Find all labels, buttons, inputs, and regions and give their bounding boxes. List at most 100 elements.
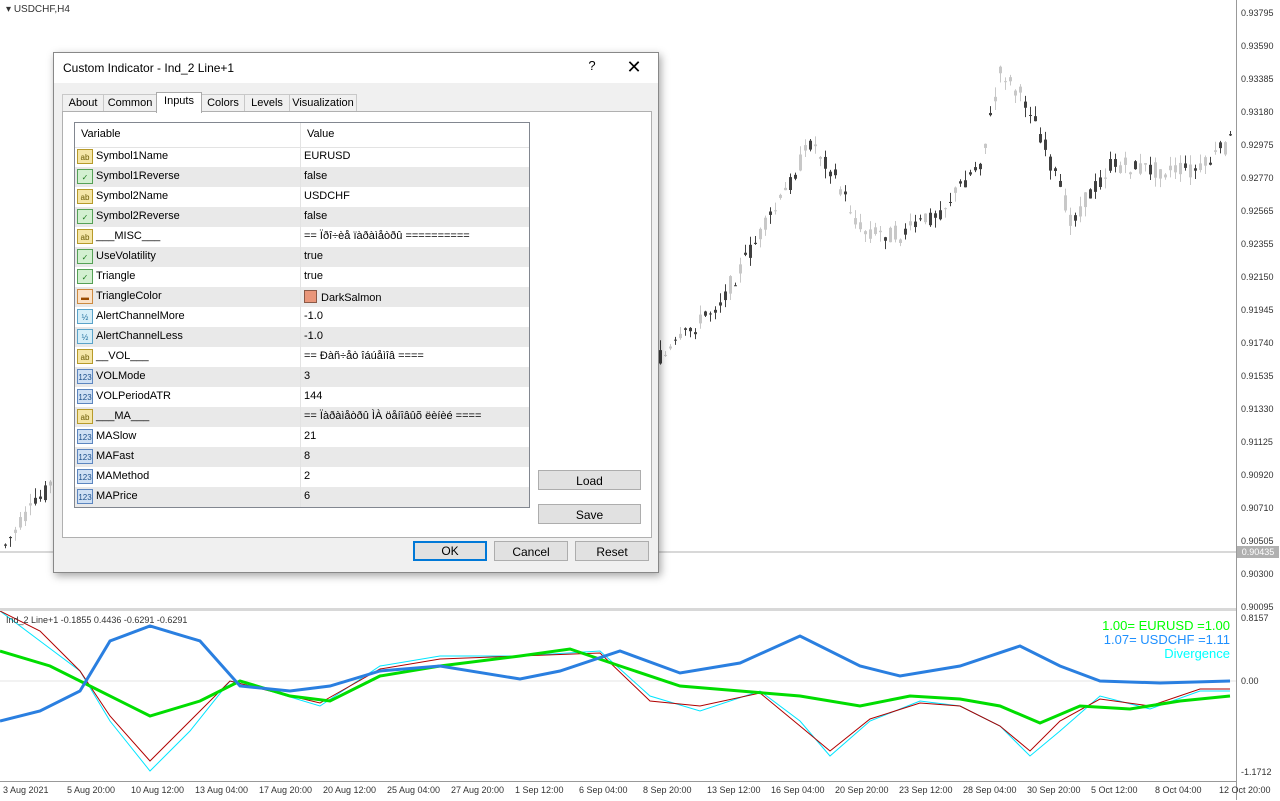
param-value[interactable]: -1.0 xyxy=(304,330,323,342)
param-type-int-icon: 123 xyxy=(77,429,93,444)
candle-body xyxy=(704,311,707,316)
price-axis[interactable]: 0.93795 0.93590 0.93385 0.93180 0.92975 0.927… xyxy=(1236,0,1280,800)
candle-body xyxy=(909,221,912,226)
column-separator[interactable] xyxy=(300,123,301,507)
candle-body xyxy=(784,187,787,191)
param-value-text: USDCHF xyxy=(304,190,350,202)
input-row[interactable]: ✓ Triangle true xyxy=(75,267,529,287)
input-row[interactable]: 123 MASlow 21 xyxy=(75,427,529,447)
input-row[interactable]: ab Symbol2Name USDCHF xyxy=(75,187,529,207)
param-value[interactable]: -1.0 xyxy=(304,310,323,322)
dialog-titlebar[interactable]: Custom Indicator - Ind_2 Line+1 ? ✕ xyxy=(54,53,658,83)
time-axis[interactable]: 3 Aug 2021 5 Aug 20:00 10 Aug 12:00 13 Aug … xyxy=(0,781,1271,801)
inputs-grid[interactable]: Variable Value ab Symbol1Name EURUSD ✓ Symbo… xyxy=(74,122,530,508)
save-button[interactable]: Save xyxy=(538,504,641,524)
candle-body xyxy=(1229,134,1232,136)
price-tick-label: 0.92565 xyxy=(1241,206,1274,216)
input-row[interactable]: ✓ Symbol2Reverse false xyxy=(75,207,529,227)
cancel-button[interactable]: Cancel xyxy=(494,541,568,561)
param-value[interactable]: EURUSD xyxy=(304,150,350,162)
param-name: ___MISC___ xyxy=(96,230,161,242)
param-type-ab-icon: ab xyxy=(77,409,93,424)
close-icon[interactable]: ✕ xyxy=(614,56,654,80)
reset-button[interactable]: Reset xyxy=(575,541,649,561)
param-name: AlertChannelLess xyxy=(96,330,183,342)
ok-button[interactable]: OK xyxy=(413,541,487,561)
candle-body xyxy=(924,213,927,223)
param-value[interactable]: 144 xyxy=(304,390,322,402)
param-value[interactable]: true xyxy=(304,270,323,282)
tab-levels[interactable]: Levels xyxy=(244,94,290,112)
candle-body xyxy=(679,333,682,339)
input-row[interactable]: 123 MAFast 8 xyxy=(75,447,529,467)
param-name: MAFast xyxy=(96,450,134,462)
param-value[interactable]: 6 xyxy=(304,490,310,502)
candle-body xyxy=(1104,177,1107,179)
indicator-subwindow[interactable] xyxy=(0,610,1236,781)
column-header-value[interactable]: Value xyxy=(307,128,334,140)
param-value[interactable]: USDCHF xyxy=(304,190,350,202)
indicator-tick-label: 0.00 xyxy=(1241,676,1259,686)
param-value[interactable]: 21 xyxy=(304,430,316,442)
load-button[interactable]: Load xyxy=(538,470,641,490)
price-tick-label: 0.90920 xyxy=(1241,470,1274,480)
input-row[interactable]: ab ___MA___ == Ïàðàìåòðû ÌÀ öåíîâûõ ëèíèé … xyxy=(75,407,529,427)
param-value[interactable]: == Ïðî÷èå ïàðàìåòðû ========== xyxy=(304,230,470,242)
candle-body xyxy=(984,143,987,148)
time-tick-label: 5 Oct 12:00 xyxy=(1091,785,1138,795)
param-value[interactable]: DarkSalmon xyxy=(304,290,382,304)
time-tick-label: 1 Sep 12:00 xyxy=(515,785,564,795)
input-row[interactable]: 123 MAPrice 6 xyxy=(75,487,529,507)
candle-body xyxy=(1009,77,1012,82)
param-value-text: 6 xyxy=(304,490,311,502)
candle-body xyxy=(914,221,917,228)
input-row[interactable]: ½ AlertChannelMore -1.0 xyxy=(75,307,529,327)
help-icon[interactable]: ? xyxy=(584,58,600,73)
column-header-variable[interactable]: Variable xyxy=(81,128,121,140)
param-value[interactable]: true xyxy=(304,250,323,262)
candle-body xyxy=(674,339,677,341)
color-swatch[interactable] xyxy=(304,290,317,303)
param-value[interactable]: == Ïàðàìåòðû ÌÀ öåíîâûõ ëèíèé ==== xyxy=(304,410,481,422)
candle-body xyxy=(964,180,967,188)
param-value[interactable]: false xyxy=(304,210,327,222)
param-type-ab-icon: ab xyxy=(77,349,93,364)
param-type-int-icon: 123 xyxy=(77,449,93,464)
price-tick-label: 0.91125 xyxy=(1241,437,1273,447)
candle-body xyxy=(969,172,972,175)
input-row[interactable]: 123 MAMethod 2 xyxy=(75,467,529,487)
time-tick-label: 5 Aug 20:00 xyxy=(67,785,116,795)
legend-entry: 1.00= EURUSD =1.00 xyxy=(1102,618,1230,633)
time-tick-label: 27 Aug 20:00 xyxy=(451,785,505,795)
param-value[interactable]: 3 xyxy=(304,370,310,382)
candle-body xyxy=(759,228,762,240)
tab-about[interactable]: About xyxy=(62,94,104,112)
param-value[interactable]: 8 xyxy=(304,450,310,462)
tab-visualization[interactable]: Visualization xyxy=(289,94,357,112)
candle-body xyxy=(989,112,992,116)
candle-body xyxy=(34,497,37,504)
time-tick-label: 8 Sep 20:00 xyxy=(643,785,692,795)
candle-body xyxy=(859,222,862,230)
param-value[interactable]: false xyxy=(304,170,327,182)
candle-body xyxy=(1119,165,1122,173)
input-row[interactable]: 123 VOLPeriodATR 144 xyxy=(75,387,529,407)
param-name: MAMethod xyxy=(96,470,150,482)
indicator-lines xyxy=(0,610,1236,772)
input-row[interactable]: ✓ UseVolatility true xyxy=(75,247,529,267)
input-row[interactable]: ab Symbol1Name EURUSD xyxy=(75,147,529,167)
tab-colors[interactable]: Colors xyxy=(201,94,245,112)
tab-inputs[interactable]: Inputs xyxy=(156,92,202,113)
param-value[interactable]: == Ðàñ÷åò îáúåìîâ ==== xyxy=(304,350,424,362)
input-row[interactable]: ▬ TriangleColor DarkSalmon xyxy=(75,287,529,307)
price-tick-label: 0.92770 xyxy=(1241,173,1274,183)
time-tick-label: 23 Sep 12:00 xyxy=(899,785,953,795)
input-row[interactable]: ½ AlertChannelLess -1.0 xyxy=(75,327,529,347)
tab-common[interactable]: Common xyxy=(103,94,157,112)
input-row[interactable]: ✓ Symbol1Reverse false xyxy=(75,167,529,187)
input-row[interactable]: ab __VOL___ == Ðàñ÷åò îáúåìîâ ==== xyxy=(75,347,529,367)
param-name: Symbol2Reverse xyxy=(96,210,180,222)
param-value[interactable]: 2 xyxy=(304,470,310,482)
input-row[interactable]: 123 VOLMode 3 xyxy=(75,367,529,387)
input-row[interactable]: ab ___MISC___ == Ïðî÷èå ïàðàìåòðû ========… xyxy=(75,227,529,247)
